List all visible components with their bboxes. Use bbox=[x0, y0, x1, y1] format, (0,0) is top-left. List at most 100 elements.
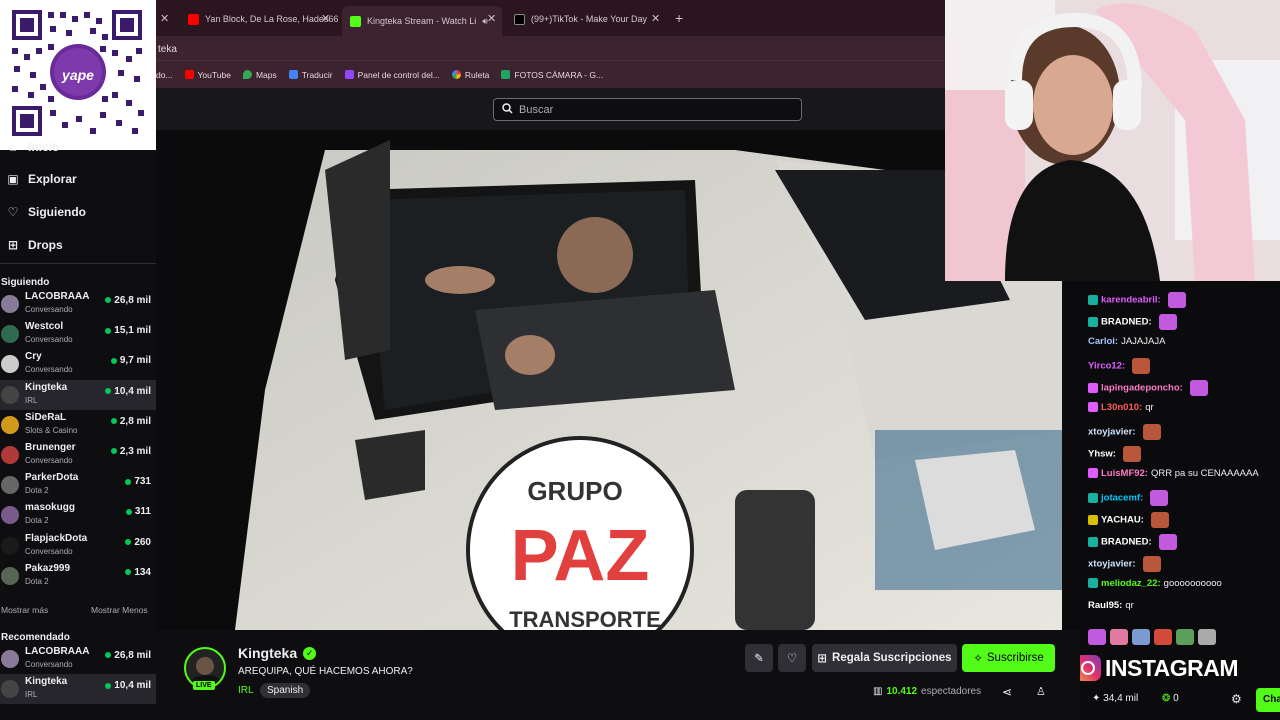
truck-logo-grupo: GRUPO bbox=[527, 476, 622, 506]
share-icon[interactable]: ⋖ bbox=[1002, 685, 1012, 699]
viewer-count-value: 260 bbox=[134, 536, 151, 548]
new-tab-button[interactable]: + bbox=[675, 10, 683, 26]
youtube-icon bbox=[188, 13, 199, 25]
follow-heart-button[interactable]: ♡ bbox=[778, 644, 806, 672]
chat-emote-icon bbox=[1132, 358, 1151, 374]
chat-username[interactable]: L30n010: bbox=[1101, 402, 1142, 413]
chat-message: YACHAU: bbox=[1088, 512, 1169, 528]
language-tag[interactable]: Spanish bbox=[260, 683, 311, 698]
sidebar-channel-item[interactable]: Kingteka IRL 10,4 mil bbox=[0, 379, 156, 410]
roulette-icon bbox=[451, 70, 461, 79]
truck-logo-transporte: TRANSPORTE bbox=[509, 607, 661, 630]
gift-subs-button[interactable]: ⊞ Regala Suscripciones bbox=[812, 644, 957, 672]
report-icon[interactable]: ♙ bbox=[1036, 685, 1046, 698]
show-more-link[interactable]: Mostrar más bbox=[1, 605, 48, 615]
avatar bbox=[1, 355, 19, 374]
chat-username[interactable]: Yirco12: bbox=[1088, 361, 1125, 372]
video-player[interactable]: GRUPO PAZ TRANSPORTE bbox=[175, 130, 1062, 630]
chat-username[interactable]: meliodaz_22: bbox=[1101, 578, 1161, 589]
bookmark-item[interactable]: do... bbox=[156, 70, 173, 80]
sidebar-channel-item[interactable]: Cry Conversando 9,7 mil bbox=[0, 349, 156, 379]
viewer-count-label: espectadores bbox=[921, 686, 982, 697]
chat-username[interactable]: Carloi: bbox=[1088, 336, 1118, 347]
bookmark-twitch-dashboard[interactable]: Panel de control del... bbox=[344, 70, 440, 80]
chat-username[interactable]: xtoyjavier: bbox=[1088, 559, 1136, 570]
bookmark-maps[interactable]: Maps bbox=[242, 70, 277, 80]
sidebar-channel-item[interactable]: LACOBRAAA Conversando 26,8 mil bbox=[0, 289, 156, 319]
live-badge: LIVE bbox=[193, 681, 215, 690]
browser-tab-kick[interactable]: Kingteka Stream - Watch Li 🔊︎ bbox=[342, 6, 502, 36]
channel-name: masokugg bbox=[25, 502, 76, 514]
channel-name: Westcol bbox=[25, 321, 64, 333]
nav-explore[interactable]: ▣ Explorar bbox=[6, 172, 76, 186]
close-tab-icon[interactable]: ✕ bbox=[321, 12, 330, 25]
bookmarks-bar: do... YouTube Maps Traducir Panel de con… bbox=[156, 60, 945, 88]
bookmark-translate[interactable]: Traducir bbox=[288, 70, 333, 80]
points-display[interactable]: ✦ 34,4 mil bbox=[1092, 693, 1138, 704]
nav-drops[interactable]: ⊞ Drops bbox=[6, 238, 63, 252]
nav-home[interactable]: ⌂ Inicio bbox=[6, 140, 59, 154]
subscribe-button[interactable]: ✧ Suscribirse bbox=[962, 644, 1055, 672]
bookmark-roulette[interactable]: Ruleta bbox=[451, 70, 489, 80]
show-less-link[interactable]: Mostrar Menos bbox=[91, 605, 148, 615]
close-tab-icon[interactable]: ✕ bbox=[651, 12, 660, 25]
instagram-overlay: INSTAGRAM bbox=[1075, 652, 1280, 684]
sidebar-channel-item[interactable]: masokugg Dota 2 311 bbox=[0, 500, 156, 530]
live-dot bbox=[110, 418, 117, 425]
chat-username[interactable]: lapingadeponcho: bbox=[1101, 383, 1183, 394]
bookmark-youtube[interactable]: YouTube bbox=[184, 70, 231, 80]
emote-icon[interactable] bbox=[1198, 629, 1216, 645]
mute-notifications-button[interactable]: ✎ bbox=[745, 644, 773, 672]
close-tab-icon[interactable]: ✕ bbox=[160, 12, 169, 25]
emote-icon[interactable] bbox=[1132, 629, 1150, 645]
chat-username[interactable]: xtoyjavier: bbox=[1088, 427, 1136, 438]
sidebar-channel-item[interactable]: Kingteka IRL 10,4 mil bbox=[0, 674, 156, 705]
chat-username[interactable]: YACHAU: bbox=[1101, 515, 1144, 526]
viewer-count-value: 10,4 mil bbox=[114, 680, 151, 692]
bookmark-photos[interactable]: FOTOS CÁMARA - G... bbox=[501, 70, 603, 80]
channel-category: Conversando bbox=[25, 335, 73, 345]
viewer-count: 10,4 mil bbox=[105, 680, 151, 691]
emote-icon[interactable] bbox=[1176, 629, 1194, 645]
emote-icon[interactable] bbox=[1088, 629, 1106, 645]
avatar bbox=[1, 566, 19, 585]
chat-username[interactable]: Yhsw: bbox=[1088, 449, 1116, 460]
chat-username[interactable]: BRADNED: bbox=[1101, 537, 1152, 548]
close-tab-icon[interactable]: ✕ bbox=[487, 12, 496, 25]
chat-message: xtoyjavier: bbox=[1088, 556, 1161, 572]
chat-badge-icon bbox=[1088, 515, 1098, 525]
sidebar-channel-item[interactable]: SiDeRaL Slots & Casino 2,8 mil bbox=[0, 410, 156, 440]
live-dot bbox=[105, 297, 112, 304]
sidebar-channel-item[interactable]: ParkerDota Dota 2 731 bbox=[0, 470, 156, 500]
browser-tab-tiktok[interactable]: (99+)TikTok - Make Your Day bbox=[506, 8, 656, 30]
sidebar-channel-item[interactable]: LACOBRAAA Conversando 26,8 mil bbox=[0, 644, 156, 674]
emote-tray[interactable] bbox=[1088, 629, 1278, 647]
chat-username[interactable]: jotacemf: bbox=[1101, 493, 1143, 504]
search-input[interactable]: Buscar bbox=[493, 98, 802, 121]
browser-tab-youtube[interactable]: Yan Block, De La Rose, Hades66 bbox=[180, 8, 340, 30]
emote-icon[interactable] bbox=[1154, 629, 1172, 645]
channel-name[interactable]: Kingteka bbox=[238, 645, 297, 661]
chat-message: Yhsw: bbox=[1088, 446, 1141, 462]
divider bbox=[0, 263, 156, 264]
emote-icon[interactable] bbox=[1110, 629, 1128, 645]
chat-username[interactable]: Raul95: bbox=[1088, 600, 1122, 611]
settings-gear-icon[interactable]: ⚙ bbox=[1231, 692, 1242, 706]
viewer-count-value: 311 bbox=[134, 506, 151, 518]
translate-icon bbox=[288, 70, 298, 79]
category-link[interactable]: IRL bbox=[238, 685, 254, 696]
sidebar-channel-item[interactable]: Brunenger Conversando 2,3 mil bbox=[0, 440, 156, 470]
chat-message: karendeabril: bbox=[1088, 292, 1186, 308]
chat-username[interactable]: karendeabril: bbox=[1101, 295, 1161, 306]
sidebar-channel-item[interactable]: FlapjackDota Conversando 260 bbox=[0, 531, 156, 561]
chat-username[interactable]: BRADNED: bbox=[1101, 317, 1152, 328]
chat-send-button[interactable]: Cha bbox=[1256, 688, 1280, 712]
sidebar-channel-item[interactable]: Pakaz999 Dota 2 134 bbox=[0, 561, 156, 591]
chat-username[interactable]: LuisMF92: bbox=[1101, 468, 1148, 479]
sidebar-channel-item[interactable]: Westcol Conversando 15,1 mil bbox=[0, 319, 156, 349]
coins-display[interactable]: ❂ 0 bbox=[1162, 693, 1179, 704]
maps-icon bbox=[242, 70, 252, 79]
address-bar[interactable]: teka bbox=[156, 36, 945, 60]
live-dot bbox=[125, 478, 132, 485]
nav-following[interactable]: ♡ Siguiendo bbox=[6, 205, 86, 219]
